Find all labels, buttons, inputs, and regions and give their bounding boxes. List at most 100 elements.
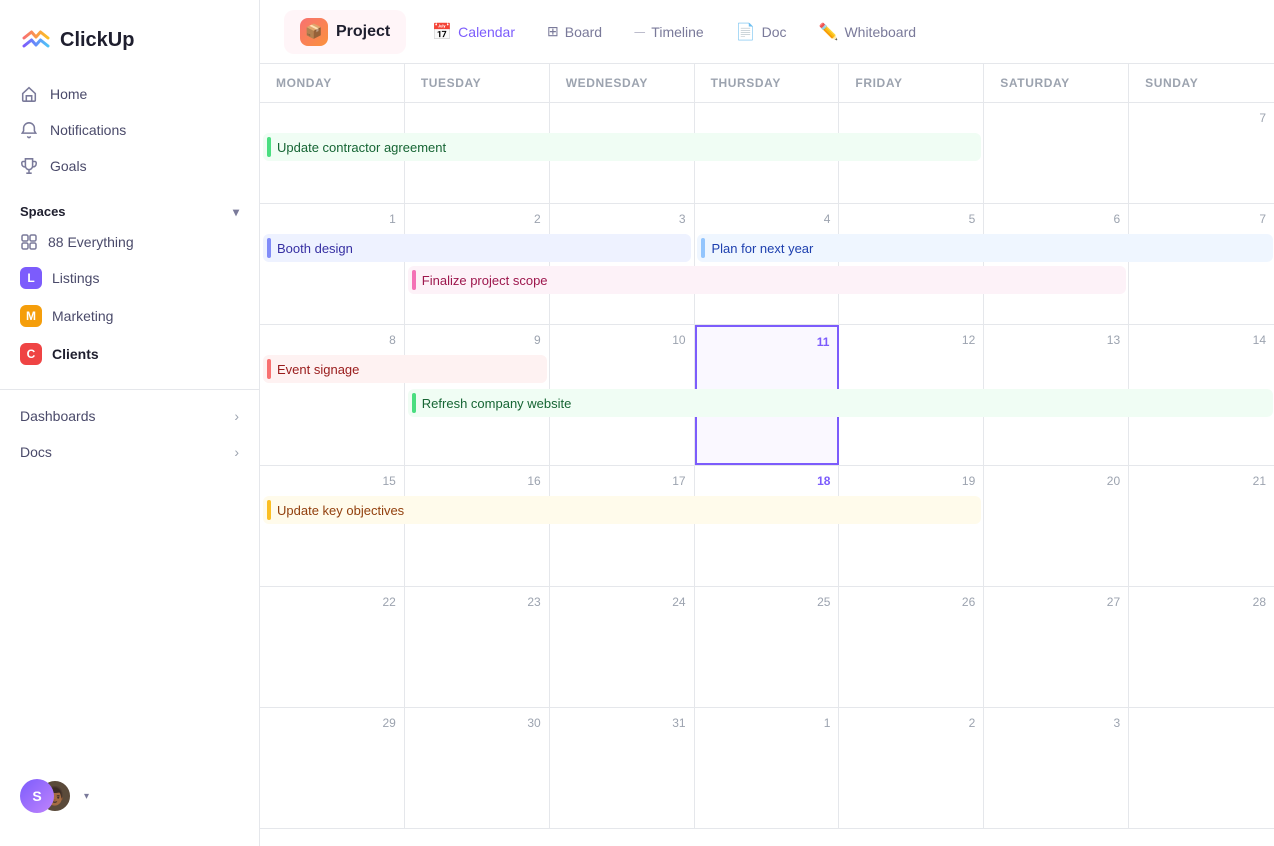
tab-board[interactable]: ⊞ Board [533, 15, 616, 48]
cal-cell[interactable]: 12 [839, 325, 984, 465]
cal-cell[interactable] [839, 103, 984, 203]
calendar-day-headers: Monday Tuesday Wednesday Thursday Friday… [260, 64, 1274, 103]
cal-cell[interactable]: 16 [405, 466, 550, 586]
sidebar-item-notifications[interactable]: Notifications [8, 112, 251, 148]
calendar-week-1: 1 2 3 4 5 6 7 [260, 204, 1274, 325]
clients-label: Clients [52, 346, 99, 362]
sidebar-goals-label: Goals [50, 158, 87, 174]
cal-date: 20 [992, 474, 1120, 492]
board-tab-label: Board [565, 24, 602, 40]
cal-cell[interactable]: 23 [405, 587, 550, 707]
cal-date: 17 [558, 474, 686, 492]
spaces-chevron-icon[interactable]: ▾ [233, 205, 239, 219]
doc-tab-label: Doc [762, 24, 787, 40]
logo-area: ClickUp [0, 16, 259, 76]
cal-date: 28 [1137, 595, 1266, 613]
cal-cell[interactable] [550, 103, 695, 203]
cal-date: 2 [847, 716, 975, 734]
cal-date: 3 [558, 212, 686, 230]
marketing-avatar: M [20, 305, 42, 327]
cal-cell[interactable]: 19 [839, 466, 984, 586]
sidebar-item-everything[interactable]: 88 Everything [8, 225, 251, 259]
calendar-week-5: 29 30 31 1 2 3 [260, 708, 1274, 829]
cal-cell[interactable] [984, 103, 1129, 203]
cal-cell[interactable]: 3 [550, 204, 695, 324]
sidebar-item-marketing[interactable]: M Marketing [8, 297, 251, 335]
calendar-week-3: 15 16 17 18 19 20 21 [260, 466, 1274, 587]
cal-cell[interactable]: 8 [260, 325, 405, 465]
cal-cell[interactable]: 2 [839, 708, 984, 828]
day-header-friday: Friday [839, 64, 984, 102]
cal-date: 13 [992, 333, 1120, 351]
cal-date: 25 [703, 595, 831, 613]
cal-date: 15 [268, 474, 396, 492]
cal-cell[interactable]: 9 [405, 325, 550, 465]
cal-cell[interactable]: 31 [550, 708, 695, 828]
cal-cell[interactable]: 4 [695, 204, 840, 324]
cal-cell[interactable] [260, 103, 405, 203]
cal-cell[interactable]: 17 [550, 466, 695, 586]
cal-cell[interactable]: 29 [260, 708, 405, 828]
cal-cell[interactable]: 3 [984, 708, 1129, 828]
cal-cell[interactable] [1129, 708, 1274, 828]
sidebar-item-goals[interactable]: Goals [8, 148, 251, 184]
docs-label: Docs [20, 444, 52, 460]
cal-date: 2 [413, 212, 541, 230]
sidebar-item-clients[interactable]: C Clients [8, 335, 251, 373]
cal-date: 18 [703, 474, 831, 492]
tab-doc[interactable]: 📄 Doc [722, 14, 801, 50]
tab-timeline[interactable]: ⏤ Timeline [620, 15, 718, 48]
cal-cell[interactable] [405, 103, 550, 203]
calendar-tab-icon: 📅 [432, 22, 452, 42]
cal-cell[interactable]: 21 [1129, 466, 1274, 586]
cal-cell[interactable]: 20 [984, 466, 1129, 586]
cal-cell[interactable]: 14 [1129, 325, 1274, 465]
cal-cell[interactable]: 1 [260, 204, 405, 324]
tab-project[interactable]: 📦 Project [284, 10, 406, 54]
cal-date: 24 [558, 595, 686, 613]
listings-avatar: L [20, 267, 42, 289]
cal-date: 27 [992, 595, 1120, 613]
cal-date: 21 [1137, 474, 1266, 492]
cal-cell[interactable]: 24 [550, 587, 695, 707]
tab-calendar[interactable]: 📅 Calendar [418, 14, 529, 50]
cal-cell[interactable]: 13 [984, 325, 1129, 465]
sidebar-item-docs[interactable]: Docs › [8, 434, 251, 470]
timeline-tab-label: Timeline [651, 24, 703, 40]
user-dropdown-icon[interactable]: ▾ [84, 791, 89, 802]
cal-date: 30 [413, 716, 541, 734]
cal-cell[interactable]: 1 [695, 708, 840, 828]
tab-whiteboard[interactable]: ✏️ Whiteboard [805, 14, 931, 50]
cal-date: 29 [268, 716, 396, 734]
cal-date: 9 [413, 333, 541, 351]
cal-cell[interactable]: 6 [984, 204, 1129, 324]
cal-cell[interactable]: 25 [695, 587, 840, 707]
sidebar-item-dashboards[interactable]: Dashboards › [8, 398, 251, 434]
cal-cell[interactable]: 2 [405, 204, 550, 324]
cal-cell[interactable]: 30 [405, 708, 550, 828]
day-header-thursday: Thursday [695, 64, 840, 102]
cal-cell[interactable]: 22 [260, 587, 405, 707]
cal-cell[interactable] [695, 103, 840, 203]
cal-date: 14 [1137, 333, 1266, 351]
logo-text: ClickUp [60, 29, 134, 52]
cal-date: 1 [703, 716, 831, 734]
cal-date: 22 [268, 595, 396, 613]
sidebar-item-listings[interactable]: L Listings [8, 259, 251, 297]
user-avatar-stack[interactable]: S 👨🏾 [20, 778, 72, 814]
whiteboard-tab-icon: ✏️ [819, 22, 839, 42]
sidebar-home-label: Home [50, 86, 87, 102]
cal-cell[interactable]: 26 [839, 587, 984, 707]
cal-cell[interactable]: 7 [1129, 204, 1274, 324]
cal-cell-today[interactable]: 11 [695, 325, 840, 465]
cal-cell[interactable]: 18 [695, 466, 840, 586]
cal-cell[interactable]: 27 [984, 587, 1129, 707]
cal-date: 7 [1137, 111, 1266, 129]
cal-cell[interactable]: 28 [1129, 587, 1274, 707]
cal-cell[interactable]: 5 [839, 204, 984, 324]
cal-cell[interactable]: 7 [1129, 103, 1274, 203]
doc-tab-icon: 📄 [736, 22, 756, 42]
sidebar-item-home[interactable]: Home [8, 76, 251, 112]
cal-cell[interactable]: 15 [260, 466, 405, 586]
cal-cell[interactable]: 10 [550, 325, 695, 465]
